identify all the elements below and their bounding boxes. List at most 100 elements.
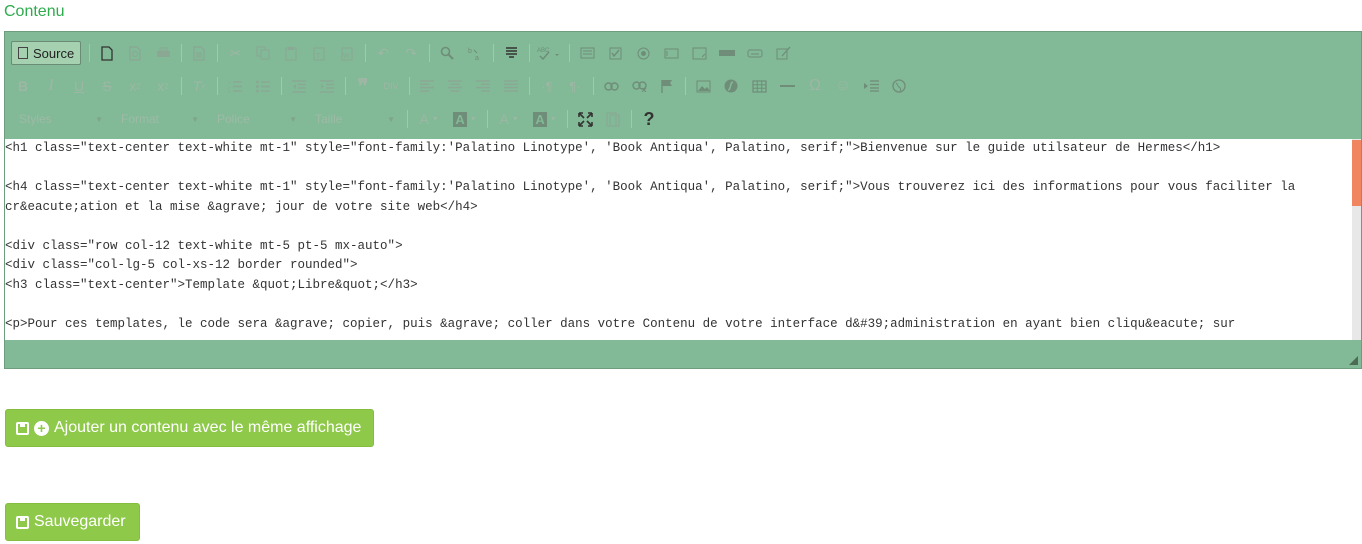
table-icon[interactable]: [747, 74, 771, 98]
print-icon[interactable]: [151, 41, 175, 65]
show-blocks-icon[interactable]: [601, 107, 625, 131]
chevron-down-icon: ▼: [387, 114, 395, 124]
special-char-icon[interactable]: Ω: [803, 74, 827, 98]
toolbar-separator: [217, 44, 219, 62]
editor-statusbar: [5, 340, 1361, 368]
toolbar-separator: [569, 44, 571, 62]
toolbar-separator: [409, 77, 410, 95]
toolbar-separator: [685, 77, 686, 95]
toolbar-separator: [217, 77, 218, 95]
checkbox-icon[interactable]: [603, 41, 627, 65]
svg-text:b: b: [468, 48, 472, 55]
underline-icon[interactable]: U: [67, 74, 91, 98]
superscript-icon[interactable]: x2: [151, 74, 175, 98]
preview-icon[interactable]: [123, 41, 147, 65]
toolbar-row-3: Styles ▼ Format ▼ Police ▼ Taille ▼ A ▼ A ▼ A ▼…: [11, 106, 665, 132]
button-field-icon[interactable]: [743, 41, 767, 65]
smiley-icon[interactable]: ☺: [831, 74, 855, 98]
size-dropdown[interactable]: Taille ▼: [307, 108, 401, 130]
resize-handle-icon[interactable]: [1349, 356, 1358, 365]
spellcheck-icon[interactable]: ABC: [535, 41, 563, 65]
svg-text:T: T: [316, 53, 321, 60]
source-code-text: <h1 class="text-center text-white mt-1" …: [5, 141, 1296, 331]
horizontal-rule-icon[interactable]: [775, 74, 799, 98]
paste-word-icon[interactable]: W: [335, 41, 359, 65]
undo-icon[interactable]: ↶: [371, 41, 395, 65]
text-color-icon[interactable]: A ▼: [413, 107, 445, 131]
format-dropdown[interactable]: Format ▼: [113, 108, 205, 130]
toolbar-separator: [345, 77, 346, 95]
paste-text-icon[interactable]: T: [307, 41, 331, 65]
align-justify-icon[interactable]: [499, 74, 523, 98]
paste-icon[interactable]: [279, 41, 303, 65]
styles-dropdown[interactable]: Styles ▼: [11, 108, 109, 130]
redo-icon[interactable]: ↷: [399, 41, 423, 65]
iframe-globe-icon[interactable]: [887, 74, 911, 98]
unlink-icon[interactable]: [627, 74, 651, 98]
font-dropdown-label: Police: [217, 112, 250, 126]
image-icon[interactable]: [691, 74, 715, 98]
source-code-area[interactable]: <h1 class="text-center text-white mt-1" …: [5, 139, 1352, 340]
maximize-icon[interactable]: [573, 107, 597, 131]
blockquote-icon[interactable]: ❞: [351, 74, 375, 98]
text-direction-rtl-icon[interactable]: ¶·: [563, 74, 587, 98]
find-icon[interactable]: [435, 41, 459, 65]
vertical-scrollbar[interactable]: [1352, 139, 1361, 340]
toolbar-separator: [493, 44, 495, 62]
cut-icon[interactable]: ✂: [223, 41, 247, 65]
toolbar-separator: [429, 44, 431, 62]
new-page-icon[interactable]: [95, 41, 119, 65]
content-field-label: Contenu: [4, 3, 65, 20]
source-button-label: Source: [33, 45, 75, 61]
bulleted-list-icon[interactable]: [251, 74, 275, 98]
align-right-icon[interactable]: [471, 74, 495, 98]
create-div-icon[interactable]: DIV: [379, 74, 403, 98]
subscript-icon[interactable]: x2: [123, 74, 147, 98]
numbered-list-icon[interactable]: 123: [223, 74, 247, 98]
radio-icon[interactable]: [631, 41, 655, 65]
toolbar-separator: [631, 110, 632, 128]
replace-icon[interactable]: ba: [463, 41, 487, 65]
font-dropdown[interactable]: Police ▼: [209, 108, 303, 130]
textfield-icon[interactable]: [659, 41, 683, 65]
help-icon[interactable]: ?: [637, 107, 661, 131]
copy-icon[interactable]: [251, 41, 275, 65]
styles-dropdown-label: Styles: [19, 112, 52, 126]
anchor-flag-icon[interactable]: [655, 74, 679, 98]
italic-icon[interactable]: I: [39, 74, 63, 98]
form-icon[interactable]: [575, 41, 599, 65]
bold-icon[interactable]: B: [11, 74, 35, 98]
toolbar-separator: [567, 110, 568, 128]
align-left-icon[interactable]: [415, 74, 439, 98]
chevron-down-icon: ▼: [95, 114, 103, 124]
toolbar-separator: [281, 77, 282, 95]
background-color-icon[interactable]: A ▼: [529, 107, 561, 131]
text-direction-ltr-icon[interactable]: ·¶: [535, 74, 559, 98]
flash-icon[interactable]: [719, 74, 743, 98]
source-button[interactable]: Source: [11, 41, 82, 65]
templates-icon[interactable]: [187, 41, 211, 65]
toolbar-separator: [529, 44, 531, 62]
indent-icon[interactable]: [315, 74, 339, 98]
save-button[interactable]: Sauvegarder: [5, 503, 140, 541]
toolbar-separator: [593, 77, 594, 95]
select-all-icon[interactable]: [499, 41, 523, 65]
link-icon[interactable]: [599, 74, 623, 98]
align-center-icon[interactable]: [443, 74, 467, 98]
toolbar-separator: [181, 44, 183, 62]
format-dropdown-label: Format: [121, 112, 160, 126]
background-color-icon[interactable]: A ▼: [449, 107, 481, 131]
scrollbar-thumb[interactable]: [1352, 140, 1361, 206]
remove-format-icon[interactable]: Tx: [187, 74, 211, 98]
toolbar-separator: [89, 44, 91, 62]
textarea-icon[interactable]: [687, 41, 711, 65]
hidden-field-icon[interactable]: [771, 41, 795, 65]
page-break-icon[interactable]: [859, 74, 883, 98]
outdent-icon[interactable]: [287, 74, 311, 98]
text-color-icon[interactable]: A ▼: [493, 107, 525, 131]
select-field-icon[interactable]: [715, 41, 739, 65]
strikethrough-icon[interactable]: S: [95, 74, 119, 98]
toolbar-row-1: Source ✂ T W ↶ ↷ ba ABC: [11, 40, 799, 66]
svg-text:W: W: [343, 53, 350, 60]
add-content-button[interactable]: + Ajouter un contenu avec le même affich…: [5, 409, 374, 447]
